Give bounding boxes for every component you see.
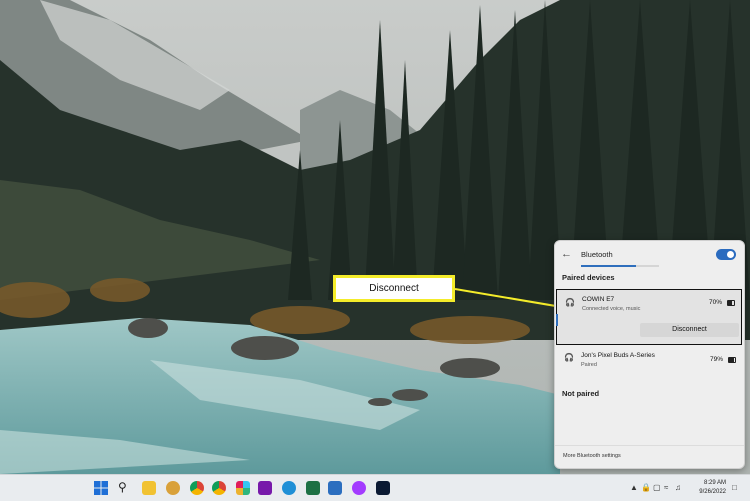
taskbar: ⚲ ▲ 🔒 ▢ ≈ ♫ 8:29 AM 9/26/2022 □ <box>0 474 750 501</box>
device-status: Paired <box>581 362 597 368</box>
toggle-knob <box>727 251 734 258</box>
excel-icon[interactable] <box>306 481 320 495</box>
device-name: Jon's Pixel Buds A-Series <box>581 352 655 359</box>
clock-time: 8:29 AM <box>703 480 726 486</box>
bluetooth-flyout: ← Bluetooth Paired devices 🎧 COWIN E7 Co… <box>554 240 745 469</box>
paired-device-cowin-e7[interactable]: 🎧 COWIN E7 Connected voice, music 70% Di… <box>556 289 742 345</box>
paired-devices-heading: Paired devices <box>562 273 615 282</box>
device-battery-percent: 70% <box>709 299 723 306</box>
clock-date: 9/26/2022 <box>699 489 726 495</box>
back-arrow-icon[interactable]: ← <box>561 248 573 260</box>
not-paired-heading: Not paired <box>562 389 600 398</box>
headphones-icon: 🎧 <box>564 353 574 362</box>
system-clock[interactable]: 8:29 AM 9/26/2022 <box>690 479 726 497</box>
headphones-icon: 🎧 <box>565 298 575 307</box>
file-explorer-icon[interactable] <box>142 481 156 495</box>
edge-icon[interactable] <box>282 481 296 495</box>
disconnect-button[interactable]: Disconnect <box>640 323 739 337</box>
chrome-icon[interactable] <box>190 481 204 495</box>
slack-icon[interactable] <box>236 481 250 495</box>
lock-icon[interactable]: 🔒 <box>641 483 651 493</box>
device-status: Connected voice, music <box>582 306 641 312</box>
selection-accent <box>556 314 558 326</box>
callout-label: Disconnect <box>333 275 455 302</box>
chevron-up-icon[interactable]: ▲ <box>630 483 638 493</box>
word-icon[interactable] <box>328 481 342 495</box>
wifi-icon[interactable]: ≈ <box>664 483 668 493</box>
search-icon[interactable]: ⚲ <box>118 480 127 494</box>
display-icon[interactable]: ▢ <box>653 483 661 493</box>
device-battery-percent: 79% <box>710 356 724 363</box>
chrome-icon-2[interactable] <box>212 481 226 495</box>
windows-logo-icon <box>94 481 108 495</box>
messenger-icon[interactable] <box>352 481 366 495</box>
scan-progress-bar <box>581 265 659 267</box>
device-name: COWIN E7 <box>582 296 615 303</box>
bluetooth-footer: More Bluetooth settings <box>555 445 744 468</box>
chrome-profile-icon[interactable] <box>166 481 180 495</box>
bluetooth-title: Bluetooth <box>581 250 613 259</box>
scan-progress-fill <box>581 265 636 267</box>
more-bluetooth-settings-link[interactable]: More Bluetooth settings <box>563 453 621 459</box>
paired-device-pixel-buds[interactable]: 🎧 Jon's Pixel Buds A-Series Paired 79% <box>556 347 742 375</box>
notifications-icon[interactable]: □ <box>732 483 737 493</box>
onenote-icon[interactable] <box>258 481 272 495</box>
bluetooth-toggle[interactable] <box>716 249 736 260</box>
battery-icon <box>727 300 735 306</box>
volume-icon[interactable]: ♫ <box>675 483 681 493</box>
battery-icon <box>728 357 736 363</box>
bluetooth-header: ← Bluetooth <box>555 241 744 269</box>
photoshop-icon[interactable] <box>376 481 390 495</box>
windows-start-icon[interactable] <box>94 481 108 495</box>
